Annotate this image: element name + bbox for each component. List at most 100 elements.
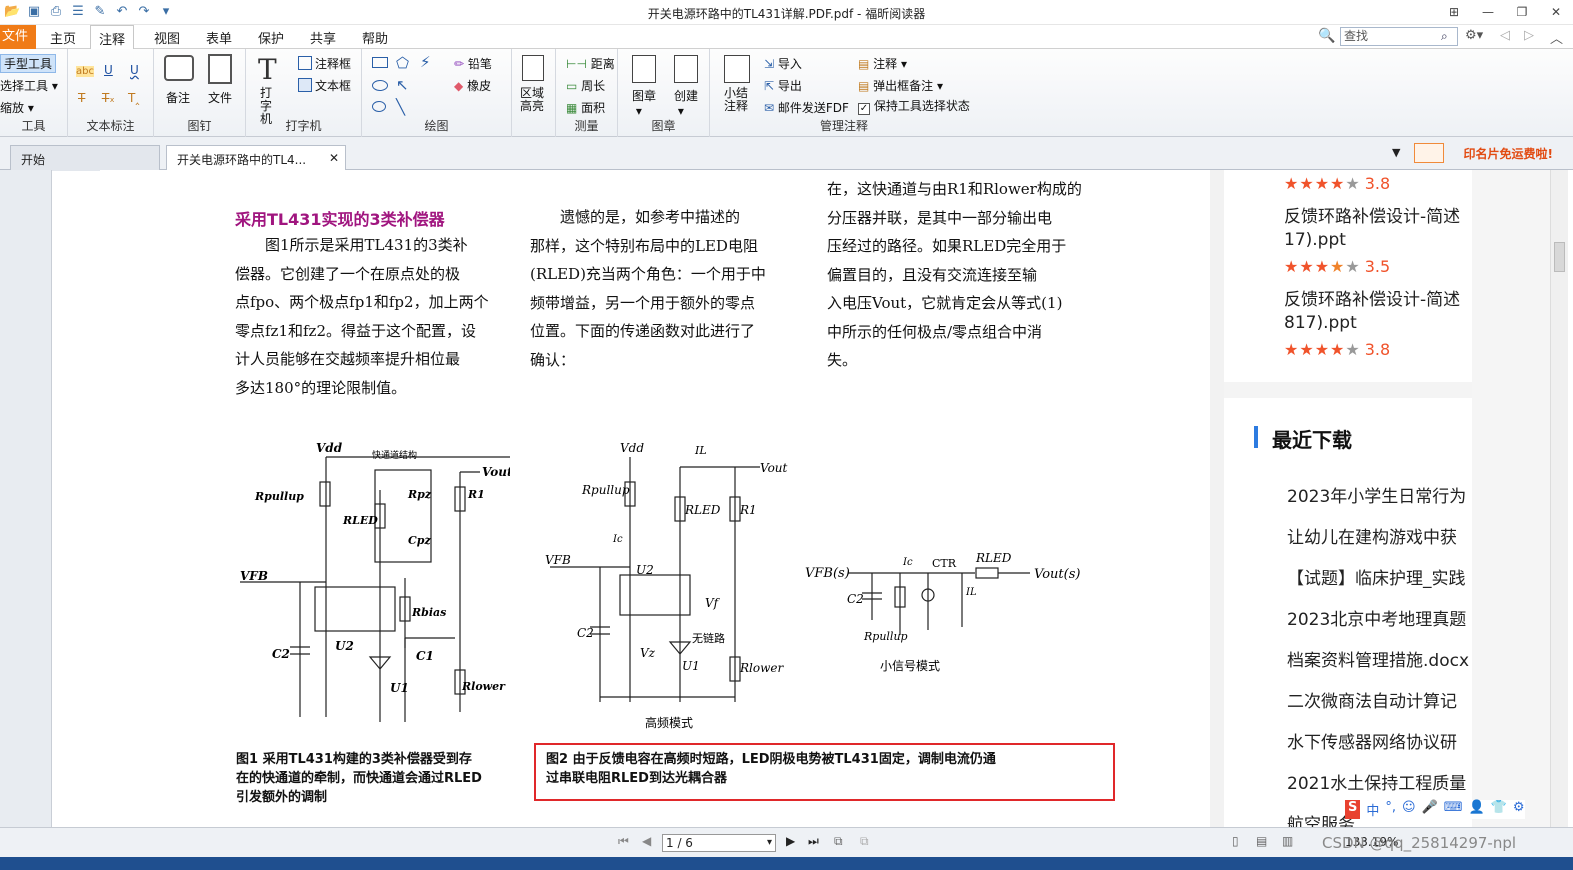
attach-file-icon[interactable]	[208, 54, 232, 84]
ime-language-icon[interactable]: 中	[1366, 800, 1379, 819]
pencil-button[interactable]: ✏ 铅笔	[454, 55, 492, 72]
recent-download-link[interactable]: 让幼儿在建构游戏中获	[1287, 523, 1457, 548]
forward-icon[interactable]: ▷	[1524, 28, 1534, 43]
recent-download-link[interactable]: 2023年小学生日常行为	[1287, 482, 1466, 507]
callout-button[interactable]: 注释框	[298, 55, 351, 72]
create-stamp-button[interactable]: 创建 ▾	[674, 87, 698, 118]
ime-keyboard-icon[interactable]: ⌨	[1444, 800, 1463, 819]
popup-note-dropdown[interactable]: ▤ 弹出框备注 ▾	[858, 77, 943, 94]
continuous-page-icon[interactable]: ▤	[1256, 834, 1267, 848]
note-button[interactable]: 备注	[166, 89, 190, 106]
menu-help[interactable]: 帮助	[362, 28, 388, 47]
layout-icon[interactable]: ⊞	[1437, 0, 1471, 24]
tab-document[interactable]: 开关电源环路中的TL4... ✕	[166, 145, 346, 171]
eraser-button[interactable]: ◆ 橡皮	[454, 77, 491, 94]
menu-file[interactable]: 文件	[0, 25, 36, 49]
menu-share[interactable]: 共享	[310, 28, 336, 47]
hand-tool-button[interactable]: 手型工具	[0, 54, 57, 73]
ime-emoji-icon[interactable]: ☺	[1402, 800, 1416, 819]
menu-form[interactable]: 表单	[206, 28, 232, 47]
related-doc-link-sub[interactable]: 17).ppt	[1284, 230, 1346, 250]
search-icon[interactable]: ⌕	[1441, 29, 1448, 44]
rectangle-icon[interactable]	[372, 57, 388, 68]
recent-download-link[interactable]: 水下传感器网络协议研	[1287, 728, 1457, 753]
distance-button[interactable]: ⊢⊣ 距离	[566, 55, 615, 72]
minimize-button[interactable]: —	[1471, 0, 1505, 24]
menu-home[interactable]: 主页	[50, 28, 76, 47]
stamp-icon[interactable]	[632, 55, 656, 83]
related-doc-link[interactable]: 反馈环路补偿设计-简述	[1284, 285, 1460, 310]
summary-button[interactable]: 小结注释	[724, 87, 750, 113]
line-icon[interactable]: ╲	[396, 98, 405, 116]
prev-view-icon[interactable]: ⧉	[834, 834, 843, 849]
close-button[interactable]: ✕	[1539, 0, 1573, 24]
settings-icon[interactable]: ⚙▾	[1465, 28, 1483, 43]
area-highlight-button[interactable]: 区域高亮	[520, 87, 546, 113]
area-highlight-icon[interactable]	[522, 55, 544, 81]
area-button[interactable]: ▦ 面积	[566, 99, 605, 116]
polygon-icon[interactable]	[372, 101, 386, 112]
related-doc-link[interactable]: 反馈环路补偿设计-简述	[1284, 202, 1460, 227]
keep-tool-checkbox[interactable]: ✓ 保持工具选择状态	[858, 97, 970, 115]
strikeout-button[interactable]: T	[78, 91, 85, 105]
comments-dropdown[interactable]: ▤ 注释 ▾	[858, 55, 907, 72]
caption-line: 过串联电阻RLED到达光耦合器	[546, 771, 727, 786]
back-icon[interactable]: ◁	[1500, 28, 1510, 43]
arrow-icon[interactable]: ↖	[396, 76, 409, 94]
recent-download-link[interactable]: 2021水土保持工程质量	[1287, 769, 1466, 794]
zoom-tool-button[interactable]: 缩放 ▾	[0, 99, 34, 116]
export-button[interactable]: ⇱ 导出	[764, 77, 802, 94]
single-page-icon[interactable]: ▯	[1232, 834, 1239, 848]
typewriter-icon[interactable]: T	[258, 53, 277, 86]
first-page-icon[interactable]: ⏮	[618, 834, 629, 849]
email-fdf-button[interactable]: ✉ 邮件发送FDF	[764, 99, 849, 116]
ime-menu-icon[interactable]: ⚙	[1513, 800, 1525, 819]
vertical-scrollbar[interactable]	[1550, 170, 1568, 827]
cloud-icon[interactable]: ⬠	[396, 54, 409, 72]
import-button[interactable]: ⇲ 导入	[764, 55, 802, 72]
figure-1-circuit: Vdd 快通道结构 Vout Rpullup RLED Rpz Cpz R1 V…	[240, 441, 510, 722]
next-view-icon[interactable]: ⧉	[860, 834, 869, 849]
ime-skin-icon[interactable]: 👕	[1491, 800, 1507, 819]
folder-search-icon[interactable]: 🔍	[1318, 28, 1335, 44]
related-doc-link-sub[interactable]: 817).ppt	[1284, 313, 1357, 333]
last-page-icon[interactable]: ⏭	[808, 834, 819, 849]
scrollbar-thumb[interactable]	[1554, 242, 1565, 272]
create-stamp-icon[interactable]	[674, 55, 698, 83]
recent-download-link[interactable]: 2023北京中考地理真题	[1287, 605, 1466, 630]
note-icon[interactable]	[164, 55, 194, 81]
highlight-text-button[interactable]: abc	[76, 66, 94, 77]
tab-start[interactable]: 开始	[10, 145, 160, 171]
select-tool-button[interactable]: 选择工具 ▾	[0, 77, 58, 94]
menu-comment[interactable]: 注释	[90, 25, 135, 50]
recent-download-link[interactable]: 档案资料管理措施.docx	[1287, 646, 1469, 671]
perimeter-button[interactable]: ▭ 周长	[566, 77, 605, 94]
underline-button[interactable]: U	[104, 63, 113, 77]
ime-voice-icon[interactable]: 🎤	[1422, 800, 1438, 819]
squiggly-button[interactable]: U	[130, 63, 139, 77]
close-tab-icon[interactable]: ✕	[329, 151, 339, 165]
replace-text-button[interactable]: T̶ₓ	[102, 91, 115, 105]
promo-link[interactable]: 印名片免运费啦!	[1464, 145, 1553, 162]
next-page-icon[interactable]: ▶	[786, 834, 795, 848]
page-number-input[interactable]: 1 / 6 ▾	[662, 834, 776, 852]
textbox-button[interactable]: 文本框	[298, 77, 351, 94]
collapse-ribbon-icon[interactable]: ︿	[1550, 28, 1563, 47]
group-label: 图钉	[187, 119, 212, 133]
recent-download-link[interactable]: 二次微商法自动计算记	[1287, 687, 1457, 712]
stamp-button[interactable]: 图章 ▾	[632, 87, 656, 118]
tab-list-dropdown-icon[interactable]: ▼	[1392, 146, 1400, 159]
oval-icon[interactable]	[372, 80, 388, 91]
polyline-icon[interactable]: ⚡	[420, 53, 431, 71]
facing-page-icon[interactable]: ▥	[1282, 834, 1293, 848]
insert-text-button[interactable]: T‸	[128, 91, 139, 105]
maximize-button[interactable]: ❐	[1505, 0, 1539, 24]
recent-download-link[interactable]: 【试题】临床护理_实践	[1287, 564, 1466, 589]
menu-protect[interactable]: 保护	[258, 28, 284, 47]
ime-user-icon[interactable]: 👤	[1469, 800, 1485, 819]
menu-view[interactable]: 视图	[154, 28, 180, 47]
ime-punctuation-icon[interactable]: °,	[1385, 800, 1396, 819]
summary-icon[interactable]	[724, 55, 750, 83]
prev-page-icon[interactable]: ◀	[642, 834, 651, 848]
attach-file-button[interactable]: 文件	[208, 89, 232, 106]
